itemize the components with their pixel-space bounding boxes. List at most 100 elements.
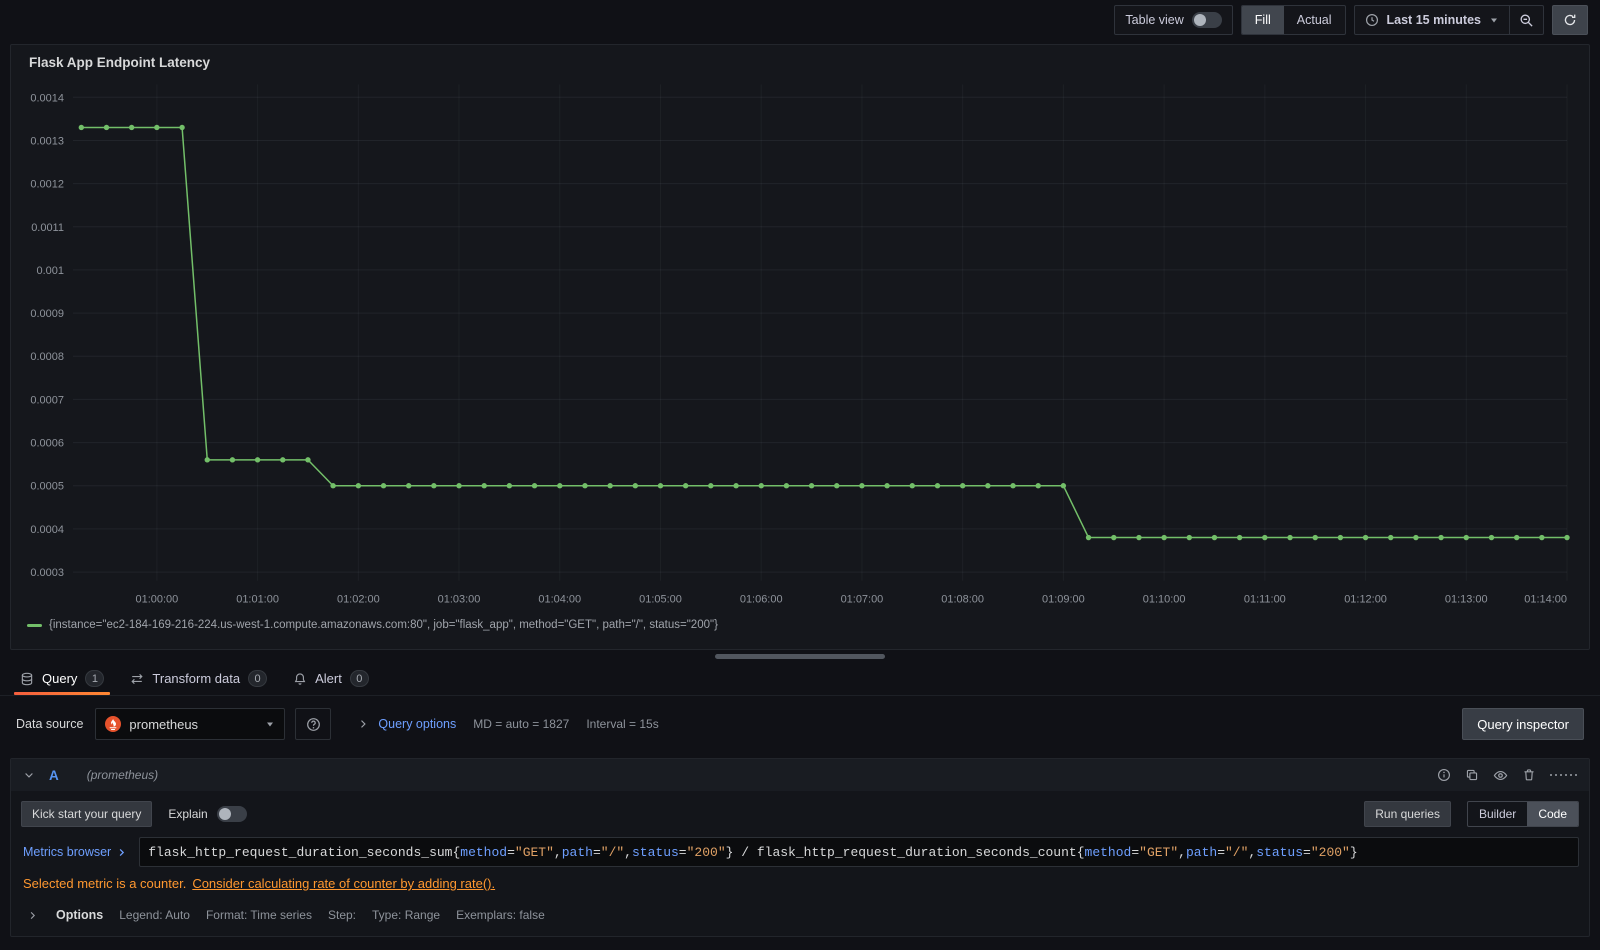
option-summary-item: Format: Time series <box>205 908 312 922</box>
chevron-right-icon <box>357 718 369 730</box>
expr-token: "200" <box>1310 844 1350 860</box>
latency-chart[interactable]: 0.0003 0.0004 0.0005 0.0006 0.0007 0.0008 0.00… <box>23 76 1577 618</box>
svg-text:0.001: 0.001 <box>36 265 63 277</box>
query-editor-card: A (prometheus) Kick start your query Exp… <box>10 758 1590 937</box>
prometheus-icon <box>105 716 122 732</box>
svg-text:01:03:00: 01:03:00 <box>438 594 481 606</box>
expr-token: flask_http_request_duration_seconds_coun… <box>756 844 1077 860</box>
expr-token: , <box>1178 844 1186 860</box>
datasource-label: Data source <box>16 717 84 731</box>
legend-item[interactable]: {instance="ec2-184-169-216-224.us-west-1… <box>23 618 1577 635</box>
svg-text:0.0005: 0.0005 <box>30 481 64 493</box>
warning-rate-link[interactable]: Consider calculating rate of counter by … <box>192 876 495 891</box>
kick-start-query-button[interactable]: Kick start your query <box>21 801 153 827</box>
svg-text:01:05:00: 01:05:00 <box>639 594 682 606</box>
chevron-right-icon <box>27 910 38 921</box>
expr-token: "200" <box>686 844 726 860</box>
delete-query-trash-icon[interactable] <box>1522 768 1536 782</box>
datasource-help-button[interactable] <box>295 708 332 740</box>
datasource-picker[interactable]: prometheus <box>95 708 286 740</box>
svg-text:0.0011: 0.0011 <box>31 222 64 234</box>
expr-token: , <box>624 844 632 860</box>
expr-token: } <box>1349 844 1358 860</box>
drag-handle-icon[interactable] <box>1549 773 1577 777</box>
svg-text:01:04:00: 01:04:00 <box>538 594 581 606</box>
option-summary-item: Step: <box>327 908 357 922</box>
svg-text:0.0004: 0.0004 <box>30 524 64 536</box>
table-view-label: Table view <box>1125 13 1184 27</box>
explain-toggle[interactable] <box>216 806 247 822</box>
tab-query[interactable]: Query 1 <box>10 662 114 695</box>
tab-transform-data[interactable]: Transform data 0 <box>120 662 277 695</box>
warning-text: Selected metric is a counter. <box>23 876 187 891</box>
expr-token: method <box>1084 844 1132 860</box>
duplicate-query-icon[interactable] <box>1465 768 1479 782</box>
builder-mode-button[interactable]: Builder <box>1468 802 1527 826</box>
query-options-label: Query options <box>378 717 457 731</box>
refresh-button[interactable] <box>1552 5 1588 35</box>
svg-text:0.0014: 0.0014 <box>30 92 64 104</box>
chevron-down-icon <box>1489 15 1499 25</box>
expr-token: path <box>1185 844 1218 860</box>
svg-text:0.0013: 0.0013 <box>30 135 64 147</box>
expr-token: = <box>507 844 515 860</box>
alert-count-badge: 0 <box>349 670 369 687</box>
chevron-down-icon[interactable] <box>23 769 35 781</box>
actual-button[interactable]: Actual <box>1284 6 1345 34</box>
svg-text:01:12:00: 01:12:00 <box>1344 594 1387 606</box>
info-circle-icon[interactable] <box>1437 768 1451 782</box>
svg-text:0.0012: 0.0012 <box>30 179 64 191</box>
query-options-summary-row[interactable]: Options Legend: Auto Format: Time series S… <box>21 904 1579 924</box>
hide-query-eye-icon[interactable] <box>1493 768 1508 783</box>
transform-icon <box>130 672 144 686</box>
datasource-name: prometheus <box>129 716 199 732</box>
svg-text:01:02:00: 01:02:00 <box>337 594 380 606</box>
zoom-out-button[interactable] <box>1509 6 1543 34</box>
svg-text:0.0009: 0.0009 <box>30 308 64 320</box>
panel-title: Flask App Endpoint Latency <box>29 55 211 70</box>
bell-icon <box>293 672 307 686</box>
query-expression-row: Metrics browser flask_http_request_durat… <box>21 837 1579 867</box>
tab-alert-label: Alert <box>315 671 342 686</box>
help-circle-icon <box>306 717 321 732</box>
query-row-actions <box>1437 768 1577 783</box>
expr-token: status <box>1256 844 1304 860</box>
expr-token: = <box>592 844 601 860</box>
svg-text:01:00:00: 01:00:00 <box>136 594 179 606</box>
svg-text:01:11:00: 01:11:00 <box>1244 594 1286 606</box>
expr-token: / <box>733 844 757 860</box>
code-mode-button[interactable]: Code <box>1527 802 1578 826</box>
editor-tabs: Query 1 Transform data 0 Alert 0 <box>0 662 1600 696</box>
time-range-label: Last 15 minutes <box>1386 13 1481 27</box>
query-options-toggle[interactable]: Query options MD = auto = 1827 Interval … <box>357 717 659 731</box>
expr-token: method <box>460 844 508 860</box>
fill-button[interactable]: Fill <box>1241 6 1284 34</box>
expr-token: path <box>561 844 593 860</box>
panel-edit-toolbar: Table view Fill Actual Last 15 minutes <box>0 0 1600 40</box>
run-queries-button[interactable]: Run queries <box>1364 801 1451 827</box>
transform-count-badge: 0 <box>248 670 268 687</box>
query-expression-input[interactable]: flask_http_request_duration_seconds_sum {… <box>139 837 1579 867</box>
magnifier-minus-icon <box>1519 13 1534 28</box>
table-view-group: Table view <box>1114 5 1233 35</box>
refresh-icon <box>1563 13 1577 27</box>
query-row-body: Kick start your query Explain Run querie… <box>11 791 1589 936</box>
clock-icon <box>1365 13 1379 27</box>
query-ref-id: A <box>49 767 59 783</box>
panel-editor-splitter <box>0 650 1600 662</box>
query-row-header[interactable]: A (prometheus) <box>11 759 1589 791</box>
query-options-interval: Interval = 15s <box>586 717 659 731</box>
metrics-browser-label: Metrics browser <box>23 845 112 859</box>
chevron-right-icon <box>116 847 127 858</box>
expr-token: = <box>1131 844 1140 860</box>
table-view-toggle[interactable] <box>1191 12 1222 28</box>
metrics-browser-toggle[interactable]: Metrics browser <box>21 845 139 859</box>
panel-resize-handle[interactable] <box>715 653 885 659</box>
explain-toggle-wrap: Explain <box>168 806 247 822</box>
tab-alert[interactable]: Alert 0 <box>283 662 379 695</box>
expr-token: { <box>1076 844 1085 860</box>
svg-text:01:10:00: 01:10:00 <box>1143 594 1186 606</box>
time-range-picker[interactable]: Last 15 minutes <box>1355 6 1509 34</box>
query-inspector-button[interactable]: Query inspector <box>1462 708 1584 740</box>
tab-transform-label: Transform data <box>152 671 241 686</box>
